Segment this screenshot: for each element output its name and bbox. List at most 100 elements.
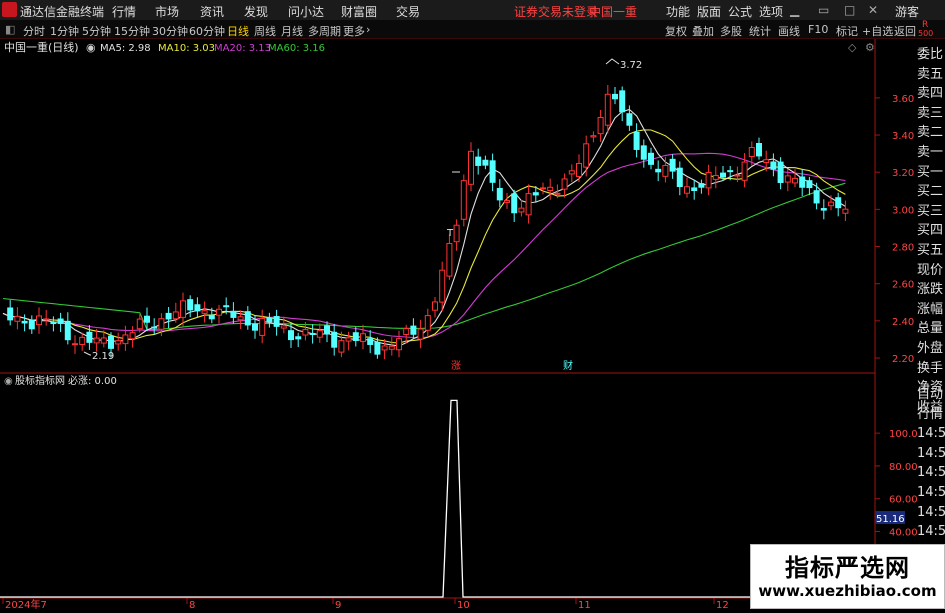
tick-time-2[interactable]: 14:56 xyxy=(917,424,945,444)
panel-toggle-icon[interactable]: ◧ xyxy=(5,23,15,36)
quote-field-4[interactable]: 卖二 xyxy=(917,123,945,143)
quote-panel-upper[interactable]: 委比 卖五 卖四 卖三 卖二 卖一 买一 买二 买三 买四 买五 现价 涨跌 涨幅 总量 外盘 换手 净资 收益 xyxy=(917,45,945,417)
period-tab-60min[interactable]: 60分钟 xyxy=(189,23,225,39)
quote-field-6[interactable]: 买一 xyxy=(917,163,945,183)
quote-field-14[interactable]: 总量 xyxy=(917,319,945,339)
quote-field-7[interactable]: 买二 xyxy=(917,182,945,202)
restore-icon[interactable]: ▭ xyxy=(818,3,829,17)
candle-body xyxy=(244,311,251,326)
btn-back[interactable]: 返回 xyxy=(894,23,916,39)
quote-field-12[interactable]: 涨跌 xyxy=(917,280,945,300)
menu-formula[interactable]: 公式 xyxy=(728,3,752,20)
menu-news[interactable]: 资讯 xyxy=(200,3,224,20)
btn-multi-stock[interactable]: 多股 xyxy=(720,23,742,39)
menu-ask[interactable]: 问小达 xyxy=(288,3,324,20)
period-tab-1min[interactable]: 1分钟 xyxy=(50,23,79,39)
candle-body xyxy=(432,301,438,311)
quote-field-1[interactable]: 卖五 xyxy=(917,65,945,85)
candle-body xyxy=(266,317,273,323)
btn-add-watch[interactable]: +自选 xyxy=(862,23,893,39)
quote-field-2[interactable]: 卖四 xyxy=(917,84,945,104)
period-tab-weekly[interactable]: 周线 xyxy=(254,23,276,39)
quote-field-0[interactable]: 委比 xyxy=(917,45,945,65)
candle-body xyxy=(201,310,208,314)
candle-body xyxy=(439,269,446,303)
btn-f10[interactable]: F10 xyxy=(808,23,828,36)
y-tick-label: 2.40 xyxy=(892,317,914,328)
btn-adjust[interactable]: 复权 xyxy=(665,23,687,39)
btn-overlay[interactable]: 叠加 xyxy=(692,23,714,39)
close-icon[interactable]: ✕ xyxy=(868,3,878,17)
quote-field-16[interactable]: 换手 xyxy=(917,359,945,379)
candle-body xyxy=(712,175,719,180)
candle-body xyxy=(504,200,510,203)
candle-body xyxy=(316,330,323,338)
candle-body xyxy=(597,116,604,135)
quote-field-10[interactable]: 买五 xyxy=(917,241,945,261)
candle-body xyxy=(403,328,410,335)
menu-trade[interactable]: 交易 xyxy=(396,3,420,20)
tick-time-4[interactable]: 14:56 xyxy=(917,463,945,483)
candle-body xyxy=(367,338,374,345)
period-tab-more[interactable]: 更多 xyxy=(343,23,365,39)
candle-body xyxy=(144,315,150,323)
quote-field-8[interactable]: 买三 xyxy=(917,202,945,222)
tick-time-1[interactable]: 行情 xyxy=(917,405,945,425)
menu-layout[interactable]: 版面 xyxy=(697,3,721,20)
candle-body xyxy=(540,187,546,190)
menu-function[interactable]: 功能 xyxy=(666,3,690,20)
btn-draw[interactable]: 画线 xyxy=(778,23,800,39)
candle-body xyxy=(576,162,582,177)
period-tab-daily[interactable]: 日线 xyxy=(227,23,249,39)
menu-options[interactable]: 选项 xyxy=(759,3,783,20)
menu-discover[interactable]: 发现 xyxy=(244,3,268,20)
menu-wealth[interactable]: 财富圈 xyxy=(341,3,377,20)
quote-field-9[interactable]: 买四 xyxy=(917,221,945,241)
sub-y-tick-label: 80.00 xyxy=(889,462,918,473)
ma-toggle-icon[interactable]: ◉ xyxy=(86,41,96,54)
kline-chart[interactable]: 3.60 3.40 3.20 3.00 2.80 2.60 2.40 2.20 100.0 80.… xyxy=(0,39,945,611)
period-tab-5min[interactable]: 5分钟 xyxy=(82,23,111,39)
period-tab-monthly[interactable]: 月线 xyxy=(281,23,303,39)
tick-time-7[interactable]: 14:56 xyxy=(917,522,945,542)
watermark: 指标严选网 www.xuezhibiao.com xyxy=(750,544,945,609)
candle-body xyxy=(259,317,266,336)
candle-body xyxy=(28,319,35,330)
chevron-right-icon[interactable]: › xyxy=(366,23,370,36)
candle-body xyxy=(806,180,813,189)
settings-icon[interactable]: ⚙ xyxy=(865,41,875,54)
ma60-path xyxy=(2,182,846,331)
diamond-icon[interactable]: ◇ xyxy=(848,41,857,54)
quote-field-5[interactable]: 卖一 xyxy=(917,143,945,163)
tick-time-3[interactable]: 14:56 xyxy=(917,444,945,464)
quote-field-3[interactable]: 卖三 xyxy=(917,104,945,124)
period-tab-15min[interactable]: 15分钟 xyxy=(114,23,150,39)
minimize-icon[interactable]: ▁ xyxy=(790,3,799,17)
btn-mark[interactable]: 标记 xyxy=(836,23,858,39)
candle-body xyxy=(583,143,590,168)
login-notice[interactable]: 证券交易未登录 xyxy=(514,3,598,20)
tick-time-0[interactable]: 自动 xyxy=(917,385,945,405)
quote-field-15[interactable]: 外盘 xyxy=(917,339,945,359)
quote-field-11[interactable]: 现价 xyxy=(917,261,945,281)
candle-body xyxy=(532,192,539,196)
period-tab-30min[interactable]: 30分钟 xyxy=(152,23,188,39)
candle-body xyxy=(360,333,366,342)
candle-body xyxy=(43,318,50,321)
tick-time-5[interactable]: 14:56 xyxy=(917,483,945,503)
ma10-label: MA10: 3.03 xyxy=(158,43,215,54)
menu-market[interactable]: 行情 xyxy=(112,3,136,20)
btn-statistics[interactable]: 统计 xyxy=(749,23,771,39)
user-guest[interactable]: 游客 xyxy=(895,3,919,20)
quote-field-13[interactable]: 涨幅 xyxy=(917,300,945,320)
chart-area[interactable]: 3.60 3.40 3.20 3.00 2.80 2.60 2.40 2.20 100.0 80.… xyxy=(0,39,945,611)
period-tab-timeshare[interactable]: 分时 xyxy=(23,23,45,39)
candle-body xyxy=(453,224,460,243)
candle-body xyxy=(230,310,237,318)
period-tab-multi[interactable]: 多周期 xyxy=(308,23,341,39)
sub-chart-icon[interactable]: ◉ xyxy=(4,376,13,387)
maximize-icon[interactable]: □ xyxy=(844,3,855,17)
candle-body xyxy=(129,332,136,340)
tick-time-6[interactable]: 14:56 xyxy=(917,503,945,523)
menu-exchange[interactable]: 市场 xyxy=(155,3,179,20)
